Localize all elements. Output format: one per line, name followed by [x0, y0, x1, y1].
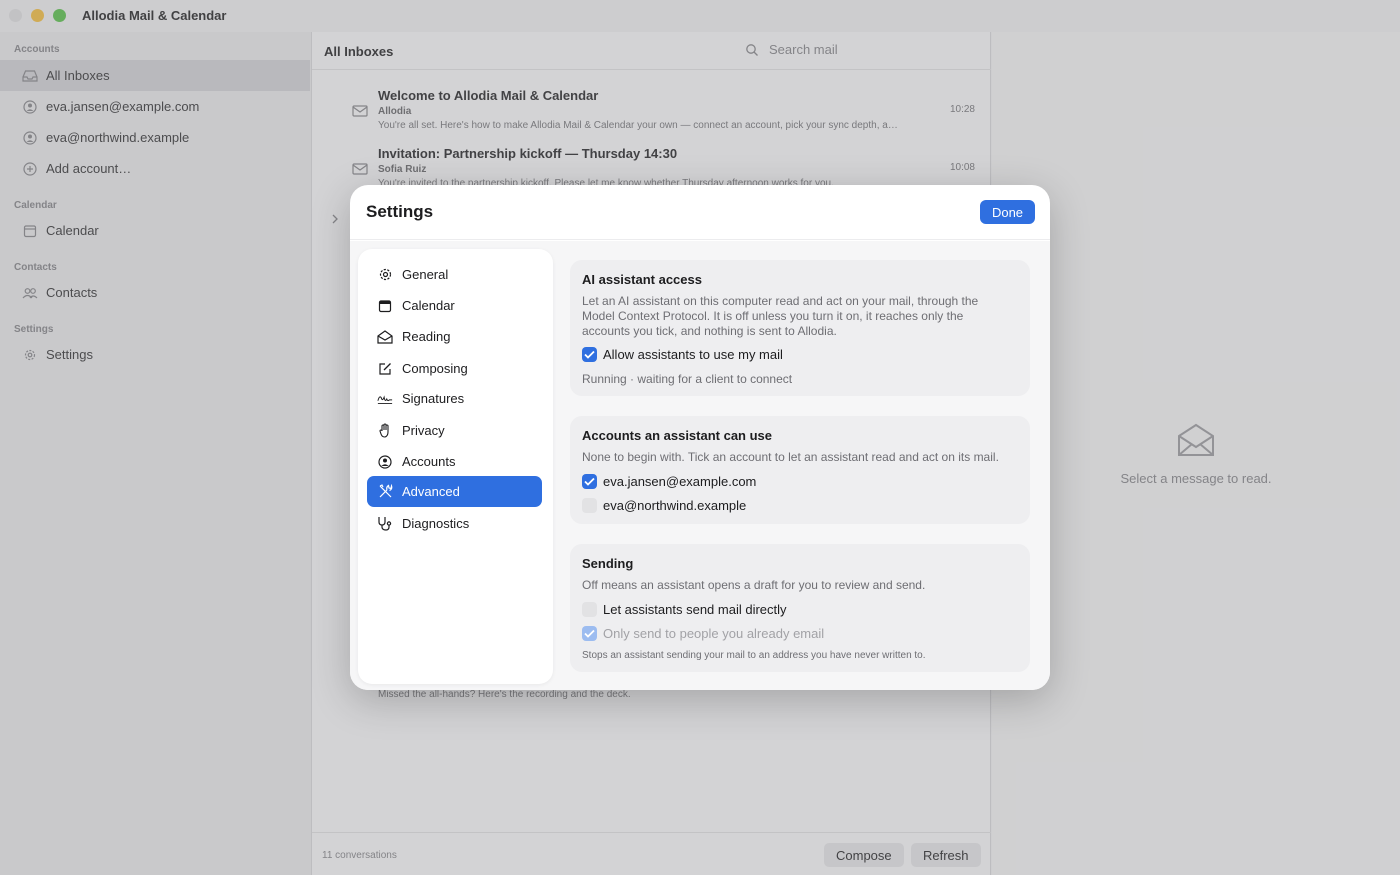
gear-icon: [377, 267, 393, 283]
checkbox-empty: [582, 498, 597, 513]
settings-title: Settings: [366, 202, 434, 221]
server-status: Running · waiting for a client to connec…: [582, 372, 793, 386]
known-recipients-note: Stops an assistant sending your mail to …: [582, 650, 926, 661]
assistant-accounts-title: Accounts an assistant can use: [582, 428, 773, 443]
known-recipients-checkbox[interactable]: Only send to people you already email: [582, 626, 824, 641]
sending-description: Off means an assistant opens a draft for…: [582, 578, 926, 592]
settings-nav-reading[interactable]: Reading: [367, 321, 542, 352]
settings-nav-privacy[interactable]: Privacy: [367, 415, 542, 446]
settings-nav-label: Diagnostics: [402, 516, 470, 531]
settings-nav-label: Accounts: [402, 454, 456, 469]
settings-body: General Calendar Reading Composing Signa…: [350, 241, 1050, 690]
assistant-accounts-card: Accounts an assistant can use None to be…: [570, 416, 1030, 524]
checkmark-icon: [582, 626, 597, 641]
checkmark-icon: [582, 474, 597, 489]
signature-icon: [377, 391, 393, 407]
person-circle-icon: [377, 454, 393, 470]
send-directly-label: Let assistants send mail directly: [603, 602, 787, 617]
settings-nav-label: General: [402, 267, 449, 282]
settings-nav-composing[interactable]: Composing: [367, 353, 542, 384]
envelope-open-icon: [377, 329, 393, 345]
sending-title: Sending: [582, 556, 634, 571]
account-checkbox-eva-jansen[interactable]: eva.jansen@example.com: [582, 474, 756, 489]
ai-access-description: Let an AI assistant on this computer rea…: [582, 294, 979, 338]
ai-access-title: AI assistant access: [582, 272, 702, 287]
settings-sheet: Settings Done General Calendar Reading C…: [350, 185, 1050, 690]
allow-assistants-label: Allow assistants to use my mail: [603, 347, 783, 362]
settings-nav-label: Advanced: [402, 484, 460, 499]
settings-nav-general[interactable]: General: [367, 259, 542, 290]
account-checkbox-label: eva@northwind.example: [603, 498, 747, 513]
account-checkbox-label: eva.jansen@example.com: [603, 474, 757, 489]
settings-nav: General Calendar Reading Composing Signa…: [358, 249, 553, 684]
ai-access-card: AI assistant access Let an AI assistant …: [570, 260, 1030, 396]
settings-nav-accounts[interactable]: Accounts: [367, 446, 542, 477]
tools-icon: [377, 484, 393, 500]
settings-nav-label: Privacy: [402, 423, 445, 438]
stethoscope-icon: [377, 516, 393, 532]
settings-nav-label: Reading: [402, 329, 451, 344]
account-checkbox-northwind[interactable]: eva@northwind.example: [582, 498, 746, 513]
assistant-accounts-description: None to begin with. Tick an account to l…: [582, 450, 999, 464]
settings-header: Settings Done: [350, 185, 1050, 240]
compose-icon: [377, 361, 393, 377]
known-recipients-label: Only send to people you already email: [603, 626, 825, 641]
settings-nav-advanced[interactable]: Advanced: [367, 476, 542, 507]
sending-card: Sending Off means an assistant opens a d…: [570, 544, 1030, 672]
send-directly-checkbox[interactable]: Let assistants send mail directly: [582, 602, 787, 617]
allow-assistants-checkbox[interactable]: Allow assistants to use my mail: [582, 347, 783, 362]
settings-nav-label: Calendar: [402, 298, 455, 313]
hand-icon: [377, 423, 393, 439]
checkbox-empty: [582, 602, 597, 617]
calendar-icon: [377, 298, 393, 314]
settings-nav-signatures[interactable]: Signatures: [367, 383, 542, 414]
checkmark-icon: [582, 347, 597, 362]
done-button[interactable]: Done: [980, 200, 1035, 224]
settings-nav-label: Signatures: [402, 391, 465, 406]
settings-nav-calendar[interactable]: Calendar: [367, 290, 542, 321]
settings-nav-diagnostics[interactable]: Diagnostics: [367, 508, 542, 539]
settings-nav-label: Composing: [402, 361, 468, 376]
